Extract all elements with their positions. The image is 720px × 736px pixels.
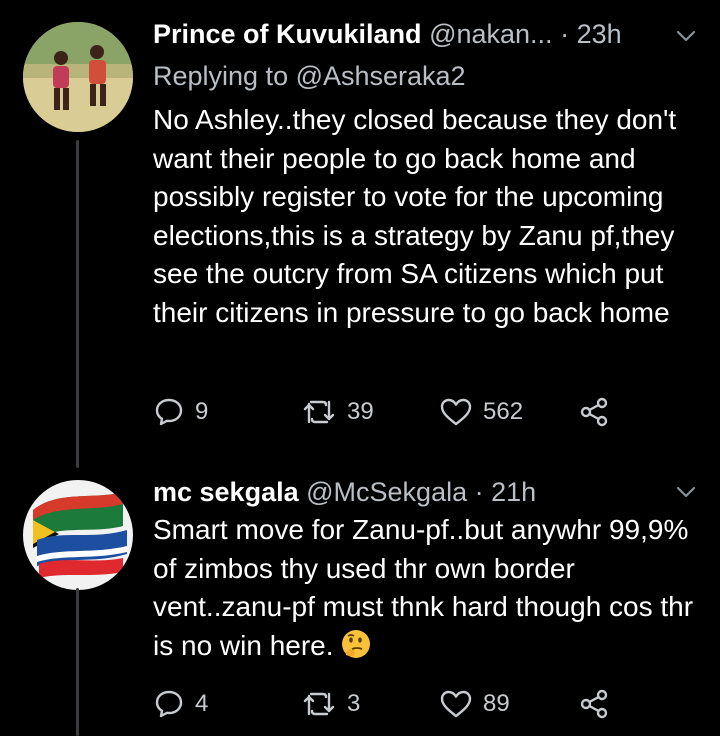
tweet[interactable]: Prince of Kuvukiland @nakan... · 23h Rep… bbox=[0, 0, 720, 470]
like-count: 562 bbox=[483, 398, 524, 425]
user-handle[interactable]: @nakan... bbox=[429, 19, 552, 49]
reply-button[interactable]: 9 bbox=[153, 392, 208, 432]
timestamp[interactable]: 23h bbox=[577, 19, 622, 49]
user-handle[interactable]: @McSekgala bbox=[306, 477, 467, 507]
chevron-down-icon[interactable] bbox=[674, 480, 698, 504]
timestamp[interactable]: 21h bbox=[491, 477, 536, 507]
reply-count: 9 bbox=[195, 398, 209, 425]
heart-icon bbox=[439, 396, 473, 428]
retweet-icon bbox=[301, 688, 337, 720]
retweet-count: 39 bbox=[347, 398, 374, 425]
like-count: 89 bbox=[483, 690, 510, 717]
retweet-button[interactable]: 3 bbox=[301, 684, 360, 724]
avatar[interactable] bbox=[23, 22, 133, 132]
share-icon bbox=[578, 396, 610, 428]
tweet-text: Smart move for Zanu-pf..but anywhr 99,9%… bbox=[153, 514, 694, 661]
share-button[interactable] bbox=[578, 392, 610, 432]
separator: · bbox=[560, 19, 570, 49]
retweet-button[interactable]: 39 bbox=[301, 392, 374, 432]
chevron-down-icon[interactable] bbox=[674, 24, 698, 48]
avatar[interactable] bbox=[23, 480, 133, 590]
tweet-text-container: Smart move for Zanu-pf..but anywhr 99,9%… bbox=[153, 511, 718, 665]
tweet-header: Prince of Kuvukiland @nakan... · 23h bbox=[153, 14, 680, 54]
tweet-actions: 9 39 562 bbox=[153, 392, 673, 432]
tweet-actions: 4 3 89 bbox=[153, 684, 673, 724]
replying-to[interactable]: Replying to @Ashseraka2 bbox=[153, 56, 466, 96]
retweet-count: 3 bbox=[347, 690, 361, 717]
like-button[interactable]: 562 bbox=[439, 392, 523, 432]
share-icon bbox=[578, 688, 610, 720]
display-name[interactable]: Prince of Kuvukiland bbox=[153, 19, 422, 49]
tweet-header: mc sekgala @McSekgala · 21h bbox=[153, 472, 680, 512]
thread-line bbox=[76, 140, 79, 468]
reply-icon bbox=[153, 396, 185, 428]
thread-line bbox=[76, 588, 79, 736]
reply-icon bbox=[153, 688, 185, 720]
heart-icon bbox=[439, 688, 473, 720]
reply-count: 4 bbox=[195, 690, 209, 717]
display-name[interactable]: mc sekgala bbox=[153, 477, 299, 507]
like-button[interactable]: 89 bbox=[439, 684, 510, 724]
avatar-photo bbox=[23, 22, 133, 132]
thinking-face-emoji bbox=[340, 628, 372, 660]
retweet-icon bbox=[301, 396, 337, 428]
reply-button[interactable]: 4 bbox=[153, 684, 208, 724]
avatar-flag-image bbox=[23, 480, 133, 590]
share-button[interactable] bbox=[578, 684, 610, 724]
tweet-text: No Ashley..they closed because they don'… bbox=[153, 104, 677, 328]
tweet[interactable]: mc sekgala @McSekgala · 21h Smart move f… bbox=[0, 470, 720, 736]
separator: · bbox=[474, 477, 484, 507]
